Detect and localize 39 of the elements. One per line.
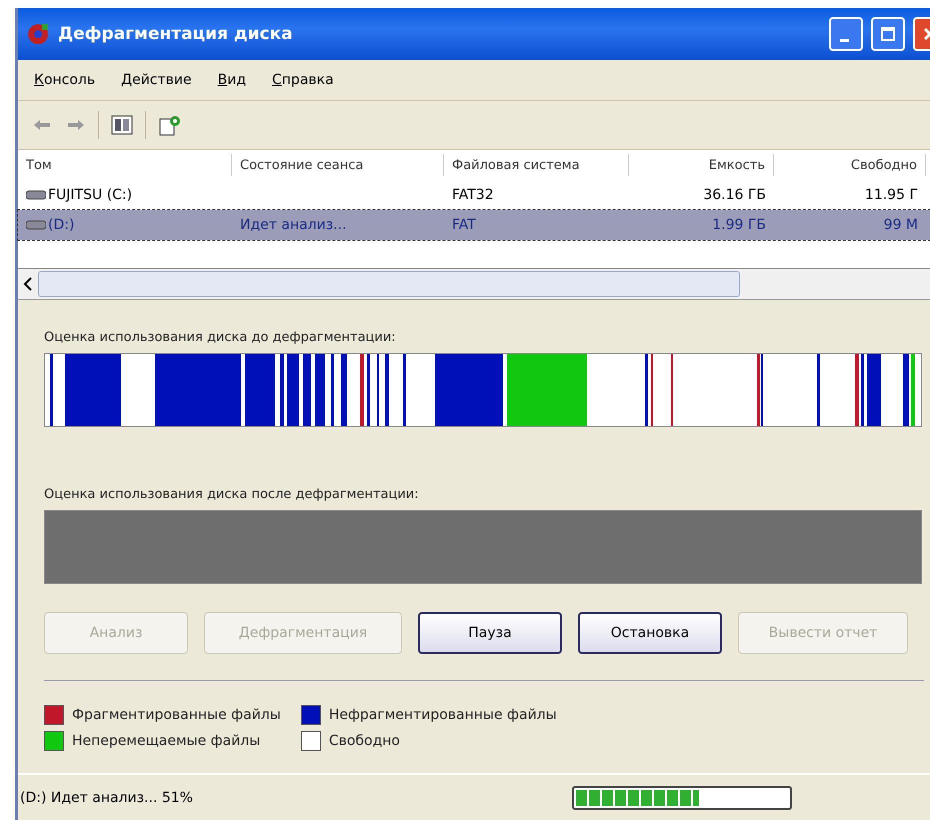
defrag-icon (26, 22, 50, 46)
legend-label: Фрагментированные файлы (72, 707, 281, 723)
table-cell-text: 99 М (882, 217, 919, 233)
before-label: Оценка использования диска до дефрагментации: (44, 330, 397, 345)
minimize-button[interactable] (829, 17, 863, 51)
maximize-button[interactable] (871, 17, 905, 51)
drive-icon (26, 220, 46, 230)
table-cell-text: FAT (451, 217, 477, 233)
menu-item[interactable]: Действие (121, 72, 192, 88)
table-cell-text: 11.95 Г (864, 187, 919, 203)
column-header[interactable]: Файловая система (444, 154, 629, 176)
table-cell-text: Идет анализ... (239, 217, 348, 233)
menu-item[interactable]: Вид (218, 72, 246, 88)
menu-item[interactable]: Консоль (34, 72, 96, 88)
table-cell: (D:) (48, 217, 74, 233)
column-header[interactable]: Свободно (774, 154, 926, 176)
legend-label: Свободно (328, 733, 400, 749)
minimize-icon (840, 38, 848, 42)
maximize-icon (880, 26, 896, 42)
table-cell-text: 36.16 ГБ (702, 187, 767, 203)
horizontal-scrollbar[interactable] (18, 269, 930, 300)
table-cell: FUJITSU (C:) (48, 187, 132, 203)
drive-icon (26, 190, 46, 200)
column-header[interactable]: Емкость (629, 154, 774, 176)
panel-icon[interactable] (109, 113, 135, 137)
window-title: Дефрагментация диска (58, 24, 294, 44)
legend-label: Неперемещаемые файлы (72, 733, 260, 749)
table-cell-text: FAT32 (451, 187, 495, 203)
column-header[interactable]: Состояние сеанса (232, 154, 444, 176)
action-button[interactable]: Пауза (418, 612, 562, 654)
status-text: (D:) Идет анализ... 51% (20, 790, 194, 806)
column-header[interactable]: Том (18, 154, 232, 176)
after-label: Оценка использования диска после дефрагментации: (44, 487, 420, 502)
action-button[interactable]: Остановка (578, 612, 722, 654)
menu-item[interactable]: Справка (272, 72, 334, 88)
legend-label: Нефрагментированные файлы (328, 707, 557, 723)
volume-row[interactable]: (D:) Идет анализ... FAT 1.99 ГБ 99 М (18, 210, 930, 240)
table-cell-text: 1.99 ГБ (711, 217, 767, 233)
volume-row[interactable]: FUJITSU (C:) FAT32 36.16 ГБ 11.95 Г (18, 180, 930, 210)
